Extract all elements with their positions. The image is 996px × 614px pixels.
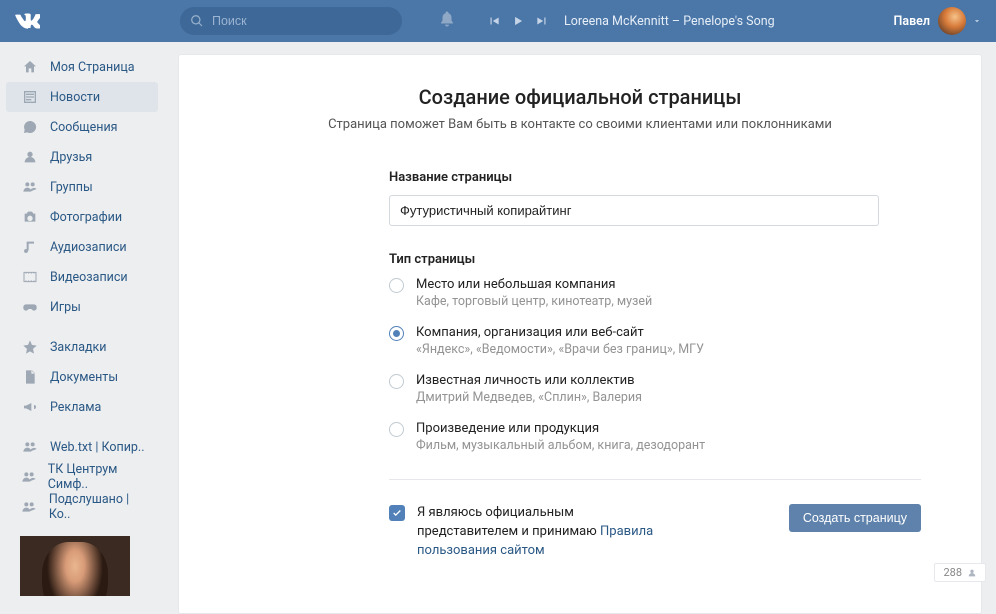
option-desc: Фильм, музыкальный альбом, книга, дезодо… [416, 438, 705, 453]
sidebar-item-label: ТК Центрум Симф.. [48, 462, 148, 492]
radio-icon [389, 326, 404, 341]
users-icon [21, 499, 37, 515]
option-title: Компания, организация или веб-сайт [416, 325, 704, 340]
sidebar-group-link-2[interactable]: ТК Центрум Симф.. [6, 462, 158, 492]
chevron-down-icon [972, 16, 982, 26]
prev-icon[interactable] [487, 14, 501, 28]
video-icon [22, 269, 38, 285]
sidebar-item-label: Подслушано | Ко.. [49, 492, 148, 522]
option-title: Произведение или продукция [416, 421, 705, 436]
sidebar-item-label: Группы [50, 180, 93, 195]
type-field-label: Тип страницы [389, 252, 921, 267]
megaphone-icon [22, 399, 38, 415]
form-footer: Я являюсь официальным представителем и п… [389, 479, 921, 561]
radio-icon [389, 278, 404, 293]
doc-icon [22, 369, 38, 385]
page-title: Создание официальной страницы [239, 85, 921, 109]
sidebar-item-bookmarks[interactable]: Закладки [6, 332, 158, 362]
player-controls: Loreena McKennitt – Penelope's Song [482, 14, 775, 29]
main-content: Создание официальной страницы Страница п… [164, 42, 996, 614]
bell-icon [438, 10, 456, 28]
option-desc: «Яндекс», «Ведомости», «Врачи без границ… [416, 342, 704, 357]
user-name: Павел [894, 14, 931, 29]
user-icon [22, 149, 38, 165]
radio-icon [389, 422, 404, 437]
search-icon [190, 14, 204, 28]
name-field-label: Название страницы [389, 170, 921, 185]
news-icon [22, 89, 38, 105]
radio-icon [389, 374, 404, 389]
sidebar-profile-image[interactable] [20, 536, 130, 596]
sidebar-item-messages[interactable]: Сообщения [6, 112, 158, 142]
sidebar-item-friends[interactable]: Друзья [6, 142, 158, 172]
sidebar-item-label: Сообщения [50, 120, 118, 135]
option-desc: Дмитрий Медведев, «Сплин», Валерия [416, 390, 642, 405]
sidebar-item-label: Web.txt | Копир.. [50, 440, 145, 455]
play-icon[interactable] [511, 14, 525, 28]
user-menu[interactable]: Павел [894, 7, 996, 35]
sidebar-item-label: Новости [50, 90, 100, 105]
camera-icon [22, 209, 38, 225]
users-icon [22, 179, 38, 195]
agree-text: Я являюсь официальным представителем и п… [417, 504, 677, 561]
header: Loreena McKennitt – Penelope's Song Паве… [0, 0, 996, 42]
online-count: 288 [943, 566, 962, 579]
option-desc: Кафе, торговый центр, кинотеатр, музей [416, 294, 652, 309]
sidebar-item-label: Друзья [50, 150, 92, 165]
option-title: Место или небольшая компания [416, 277, 652, 292]
page-subtitle: Страница поможет Вам быть в контакте со … [239, 117, 921, 132]
sidebar-item-photos[interactable]: Фотографии [6, 202, 158, 232]
music-icon [22, 239, 38, 255]
sidebar-item-video[interactable]: Видеозаписи [6, 262, 158, 292]
search-box[interactable] [180, 7, 402, 35]
sidebar-item-news[interactable]: Новости [6, 82, 158, 112]
sidebar-group-link-1[interactable]: Web.txt | Копир.. [6, 432, 158, 462]
create-page-button[interactable]: Создать страницу [789, 504, 921, 532]
home-icon [22, 59, 38, 75]
agree-checkbox[interactable] [389, 505, 405, 521]
sidebar-item-label: Игры [50, 300, 81, 315]
check-icon [392, 508, 402, 518]
users-icon [21, 469, 37, 485]
sidebar-item-docs[interactable]: Документы [6, 362, 158, 392]
sidebar-item-label: Видеозаписи [50, 270, 128, 285]
page-type-option-person[interactable]: Известная личность или коллектив Дмитрий… [389, 373, 921, 405]
now-playing-track[interactable]: Loreena McKennitt – Penelope's Song [564, 14, 775, 29]
star-icon [22, 339, 38, 355]
user-icon [967, 568, 977, 578]
sidebar-item-label: Моя Страница [50, 60, 135, 75]
sidebar-item-my-page[interactable]: Моя Страница [6, 52, 158, 82]
sidebar-item-games[interactable]: Игры [6, 292, 158, 322]
search-input[interactable] [212, 14, 373, 28]
sidebar-item-label: Аудиозаписи [50, 240, 127, 255]
avatar [938, 7, 966, 35]
page-type-option-company[interactable]: Компания, организация или веб-сайт «Янде… [389, 325, 921, 357]
page-type-option-place[interactable]: Место или небольшая компания Кафе, торго… [389, 277, 921, 309]
sidebar-item-label: Документы [50, 370, 118, 385]
page-name-input[interactable] [389, 195, 879, 226]
create-page-card: Создание официальной страницы Страница п… [178, 54, 982, 614]
online-count-badge[interactable]: 288 [934, 563, 986, 582]
sidebar-item-groups[interactable]: Группы [6, 172, 158, 202]
chat-icon [22, 119, 38, 135]
gamepad-icon [22, 299, 38, 315]
sidebar-item-label: Закладки [50, 340, 107, 355]
sidebar-group-link-3[interactable]: Подслушано | Ко.. [6, 492, 158, 522]
sidebar-item-audio[interactable]: Аудиозаписи [6, 232, 158, 262]
users-icon [22, 439, 38, 455]
sidebar-item-ads[interactable]: Реклама [6, 392, 158, 422]
notifications-button[interactable] [430, 10, 464, 32]
page-type-option-product[interactable]: Произведение или продукция Фильм, музыка… [389, 421, 921, 453]
option-title: Известная личность или коллектив [416, 373, 642, 388]
vk-logo[interactable] [14, 8, 40, 34]
next-icon[interactable] [535, 14, 549, 28]
sidebar-item-label: Реклама [50, 400, 101, 415]
sidebar: Моя Страница Новости Сообщения Друзья Гр… [0, 42, 164, 614]
sidebar-item-label: Фотографии [50, 210, 122, 225]
